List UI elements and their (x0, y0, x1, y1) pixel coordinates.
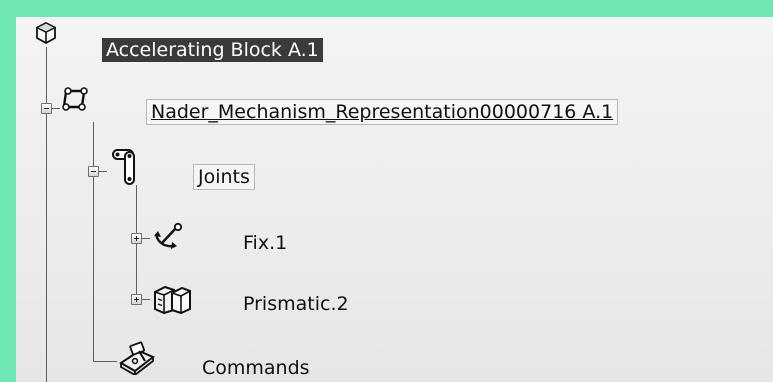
joints-icon (112, 149, 135, 185)
product-icon (35, 21, 57, 45)
mechanism-icon (62, 87, 88, 111)
tree-node-commands-label[interactable]: Commands (198, 356, 314, 380)
tree-node-fix-label[interactable]: Fix.1 (239, 231, 291, 255)
tree-node-prismatic-label[interactable]: Prismatic.2 (239, 292, 353, 316)
tree-line-mechanism-vertical (93, 122, 94, 362)
tree-node-mechanism-label[interactable]: Nader_Mechanism_Representation00000716 A… (146, 99, 619, 125)
tree-line-root (46, 47, 47, 382)
commands-icon (119, 341, 155, 375)
tree-node-root-label[interactable]: Accelerating Block A.1 (102, 38, 323, 62)
tree-node-joints-label[interactable]: Joints (193, 164, 255, 190)
collapse-toggle-joints[interactable] (88, 166, 99, 177)
expand-toggle-fix[interactable] (131, 233, 142, 244)
specification-tree-panel: Accelerating Block A.1 Nader_Mechanism_R… (16, 17, 773, 382)
fixed-anchor-icon (154, 222, 183, 249)
expand-toggle-prismatic[interactable] (131, 294, 142, 305)
collapse-toggle-mechanism[interactable] (41, 103, 52, 114)
tree-line-commands-branch (93, 361, 117, 362)
prismatic-joint-icon (154, 285, 191, 315)
